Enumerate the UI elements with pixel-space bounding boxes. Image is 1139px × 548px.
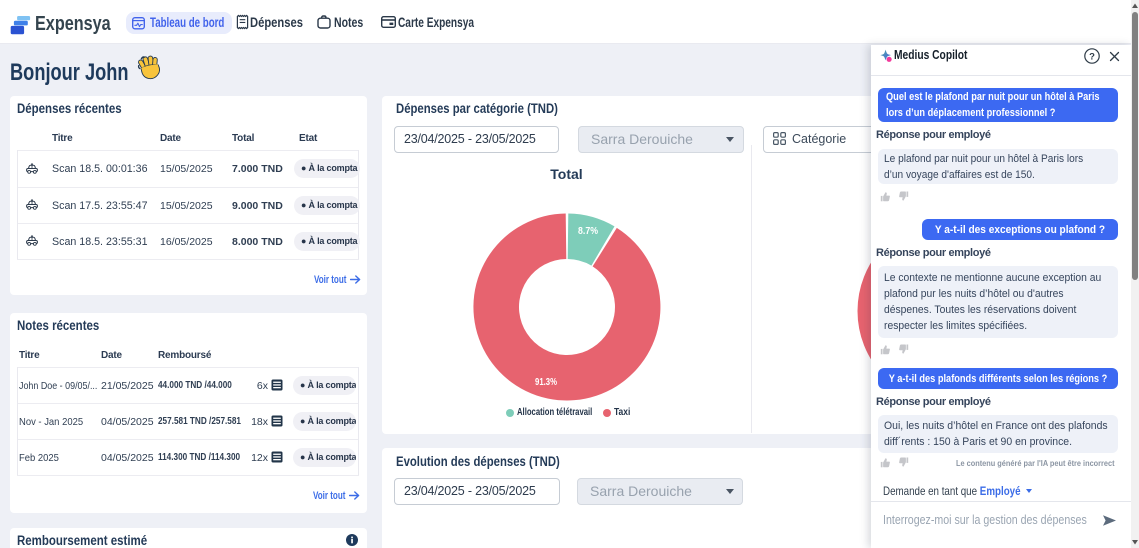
svg-text:?: ? [1089, 51, 1095, 62]
svg-text:8.7%: 8.7% [578, 226, 598, 237]
svg-text:91.3%: 91.3% [535, 377, 557, 388]
